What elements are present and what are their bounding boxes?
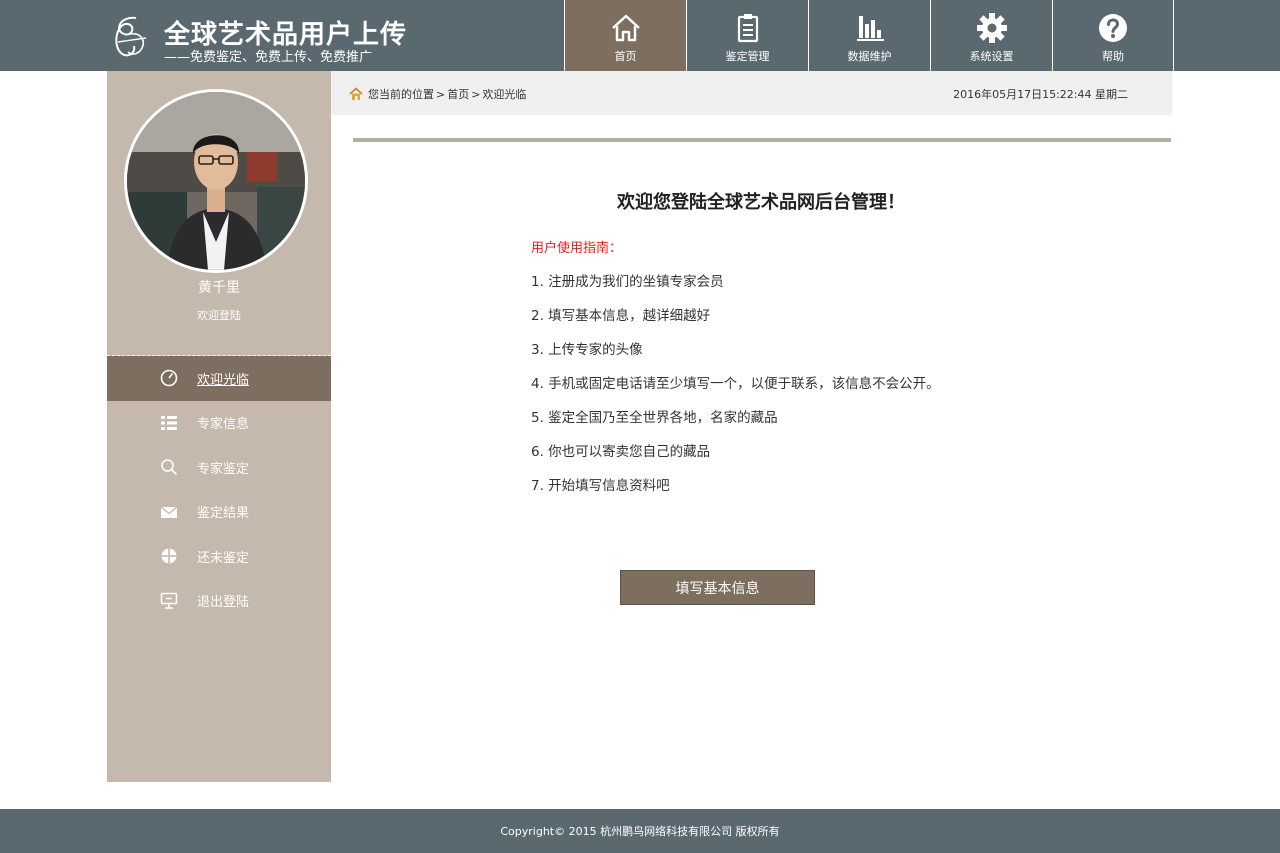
content-divider — [353, 138, 1171, 142]
sidebar-item-pending[interactable]: 还未鉴定 — [107, 534, 331, 579]
sidebar-item-logout[interactable]: 退出登陆 — [107, 579, 331, 624]
sidebar: 黄千里 欢迎登陆 欢迎光临 专家信息 专家鉴定 鉴定结果 还未鉴定 退出登陆 — [107, 71, 331, 782]
sidebar-item-expert-appraisal[interactable]: 专家鉴定 — [107, 445, 331, 490]
breadcrumb: 您当前的位置 > 首页 > 欢迎光临 — [349, 86, 526, 102]
breadcrumb-bar: 您当前的位置 > 首页 > 欢迎光临 2016年05月17日15:22:44 星… — [331, 71, 1172, 115]
avatar-photo — [127, 92, 305, 270]
breadcrumb-home-link[interactable]: 首页 — [447, 86, 469, 102]
current-datetime: 2016年05月17日15:22:44 星期二 — [953, 88, 1128, 101]
clipboard-icon — [737, 14, 758, 43]
sidebar-item-label: 欢迎光临 — [197, 372, 250, 388]
top-header: 全球艺术品用户上传 ——免费鉴定、免费上传、免费推广 首页 鉴定管理 数据维护 … — [0, 0, 1280, 71]
guide-item: 6. 你也可以寄卖您自己的藏品 — [531, 444, 711, 460]
bar-chart-icon — [856, 16, 884, 41]
logo-subtitle: ——免费鉴定、免费上传、免费推广 — [164, 50, 373, 65]
mail-icon — [160, 505, 178, 518]
sidebar-item-label: 退出登陆 — [197, 595, 250, 611]
pie-icon — [161, 548, 177, 564]
guide-item: 2. 填写基本信息，越详细越好 — [531, 308, 711, 324]
sidebar-item-label: 专家信息 — [197, 417, 250, 433]
nav-label: 系统设置 — [969, 50, 1014, 63]
main-nav: 首页 鉴定管理 数据维护 系统设置 帮助 — [564, 0, 1174, 71]
copyright-text: Copyright© 2015 杭州鹏鸟网络科技有限公司 版权所有 — [500, 825, 780, 838]
nav-label: 鉴定管理 — [725, 50, 770, 63]
nav-label: 数据维护 — [847, 50, 892, 63]
guide-item: 7. 开始填写信息资料吧 — [531, 478, 670, 494]
guide-item: 3. 上传专家的头像 — [531, 342, 643, 358]
welcome-heading: 欢迎您登陆全球艺术品网后台管理！ — [617, 192, 905, 213]
dashboard-icon — [160, 369, 178, 387]
breadcrumb-prefix: 您当前的位置 — [368, 88, 434, 101]
footer: Copyright© 2015 杭州鹏鸟网络科技有限公司 版权所有 — [0, 809, 1280, 853]
guide-item: 4. 手机或固定电话请至少填写一个，以便于联系，该信息不会公开。 — [531, 376, 940, 392]
user-status: 欢迎登陆 — [197, 309, 241, 322]
search-icon — [161, 459, 178, 476]
help-icon — [1099, 14, 1127, 42]
list-icon — [161, 415, 177, 430]
logout-icon — [160, 592, 178, 609]
fill-basic-info-button[interactable]: 填写基本信息 — [620, 570, 815, 605]
home-icon — [611, 14, 640, 42]
nav-appraisal-management[interactable]: 鉴定管理 — [686, 0, 808, 71]
breadcrumb-separator: > — [436, 87, 446, 101]
sidebar-item-appraisal-result[interactable]: 鉴定结果 — [107, 490, 331, 535]
guide-title: 用户使用指南： — [531, 241, 623, 256]
sidebar-item-label: 还未鉴定 — [197, 550, 250, 566]
nav-data-maintenance[interactable]: 数据维护 — [808, 0, 930, 71]
nav-help[interactable]: 帮助 — [1052, 0, 1174, 71]
sidebar-item-label: 专家鉴定 — [197, 461, 250, 477]
nav-label: 首页 — [614, 50, 637, 63]
breadcrumb-current: 欢迎光临 — [482, 88, 527, 101]
site-logo[interactable]: 全球艺术品用户上传 ——免费鉴定、免费上传、免费推广 — [106, 8, 406, 66]
nav-label: 帮助 — [1102, 50, 1124, 63]
sidebar-menu: 欢迎光临 专家信息 专家鉴定 鉴定结果 还未鉴定 退出登陆 — [107, 355, 331, 623]
gear-icon — [976, 13, 1007, 43]
avatar — [124, 89, 308, 273]
logo-mark-icon — [115, 16, 147, 57]
guide-item: 1. 注册成为我们的坐镇专家会员 — [531, 274, 724, 290]
guide-list: 1. 注册成为我们的坐镇专家会员 2. 填写基本信息，越详细越好 3. 上传专家… — [531, 270, 940, 508]
home-icon — [349, 87, 363, 100]
nav-home[interactable]: 首页 — [564, 0, 686, 71]
sidebar-item-welcome[interactable]: 欢迎光临 — [107, 356, 331, 401]
nav-system-settings[interactable]: 系统设置 — [930, 0, 1052, 71]
user-name: 黄千里 — [198, 280, 240, 296]
sidebar-item-label: 鉴定结果 — [197, 506, 250, 522]
sidebar-item-expert-info[interactable]: 专家信息 — [107, 401, 331, 446]
breadcrumb-separator: > — [471, 87, 481, 101]
guide-item: 5. 鉴定全国乃至全世界各地，名家的藏品 — [531, 410, 778, 426]
